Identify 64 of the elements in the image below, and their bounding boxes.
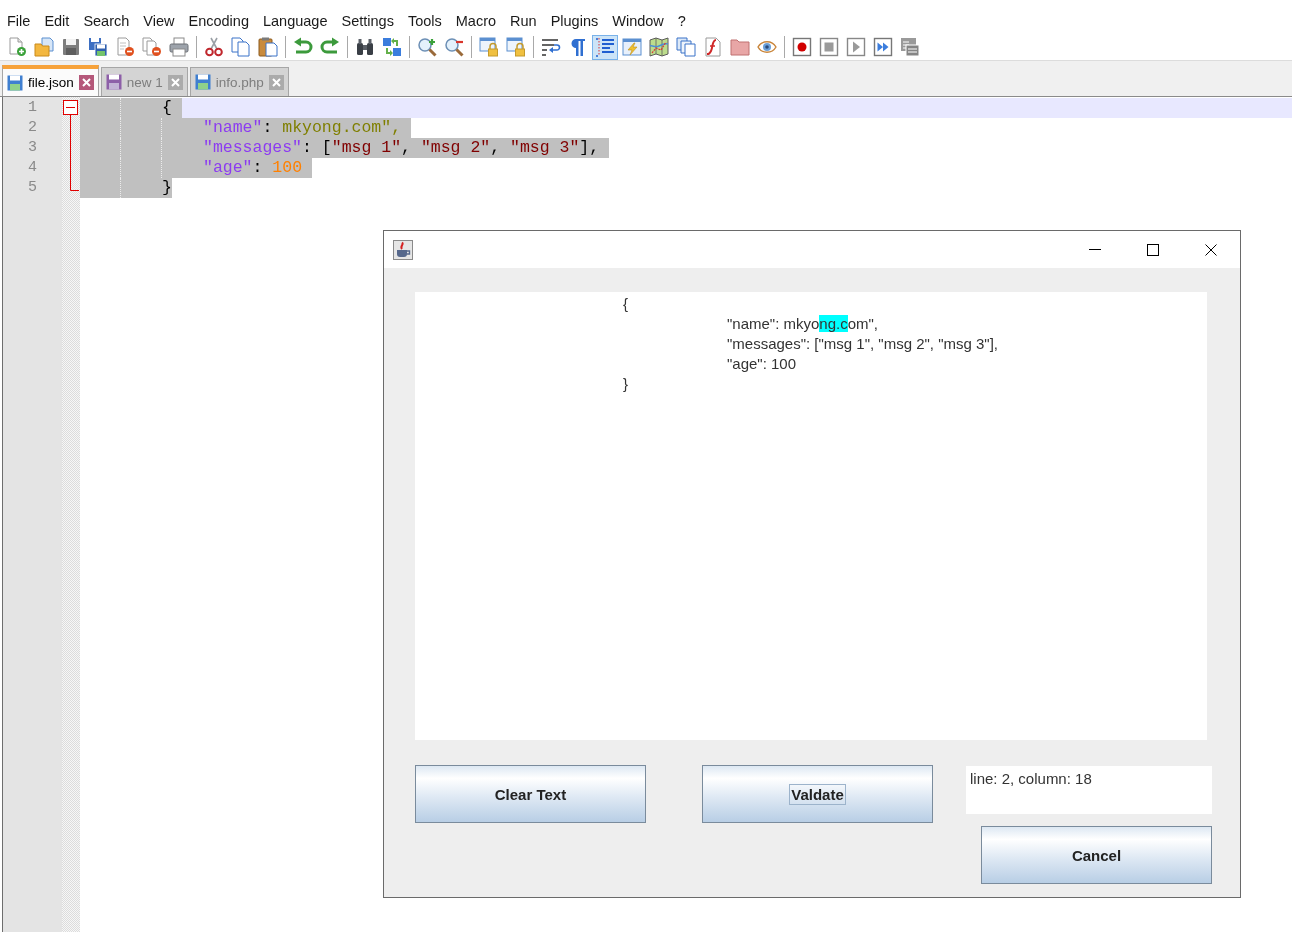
minimize-icon [1089,249,1101,250]
line-number: 1 [27,98,38,118]
file-tab[interactable]: file.json [2,65,99,96]
zoom-in-icon [417,37,437,57]
line-number: 2 [27,118,38,138]
toolbar-button[interactable] [646,34,672,60]
menu-item[interactable]: Language [255,11,335,31]
map-icon [649,37,669,57]
dialog-button[interactable]: Valdate [702,765,933,823]
indent-lines-icon [595,37,615,57]
dialog-button[interactable]: Clear Text [415,765,646,823]
window-lock-icon [506,37,526,57]
line-number: 4 [27,158,38,178]
maximize-icon [1147,243,1159,256]
menu-item[interactable]: ? [670,11,693,31]
menu-item[interactable]: Macro [448,11,504,31]
binoculars-icon [355,37,375,57]
menu-item[interactable]: Encoding [181,11,256,31]
zoom-out-icon [444,37,464,57]
window-lightning-icon [622,37,642,57]
printer-icon [169,37,189,57]
fast-forward-icon [873,37,893,57]
swap-icon [382,37,402,57]
window-list-icon [900,37,920,57]
menu-item[interactable]: Window [605,11,671,31]
floppy-disks-icon [88,37,108,57]
menu-item[interactable]: File [0,11,38,31]
clipboard-icon [258,37,278,57]
stacked-pages-icon [676,37,696,57]
json-text-area[interactable]: { "name": mkyong.com", "messages": ["msg 1", "msg 2", "msg 3"], "age": 100 } [415,292,1207,740]
coffee-cup-icon [393,239,413,260]
play-icon [846,37,866,57]
record-icon [792,37,812,57]
folder-document-icon [34,37,54,57]
status-field[interactable]: line: 2, column: 18 [966,766,1212,814]
scissors-icon [204,37,224,57]
document-plus-icon [7,37,27,57]
documents-minus-icon [142,37,162,57]
fold-marker-icon[interactable] [63,100,79,191]
stop-icon [819,37,839,57]
dialog-button[interactable]: Cancel [981,826,1212,884]
window-lock-icon [479,37,499,57]
close-icon[interactable] [78,75,94,90]
close-icon [1205,243,1217,256]
menu-item[interactable]: Settings [334,11,401,31]
menu-item[interactable]: Edit [37,11,77,31]
toolbar-button[interactable] [592,34,618,60]
document-curve-icon [703,37,723,57]
menu-item[interactable]: Run [503,11,544,31]
undo-icon [293,37,313,57]
folder-icon [730,37,750,57]
menu-item[interactable]: Search [76,11,137,31]
close-icon[interactable] [167,74,183,90]
line-number: 3 [27,138,38,158]
menu-item[interactable]: Tools [400,11,449,31]
word-wrap-icon [541,37,561,57]
pilcrow-icon [568,37,588,57]
menu-item[interactable]: Plugins [543,11,606,31]
documents-icon [231,37,251,57]
redo-icon [320,37,340,57]
line-number: 5 [27,178,38,198]
document-minus-icon [115,37,135,57]
menu-item[interactable]: View [136,11,182,31]
close-icon[interactable] [268,74,284,90]
